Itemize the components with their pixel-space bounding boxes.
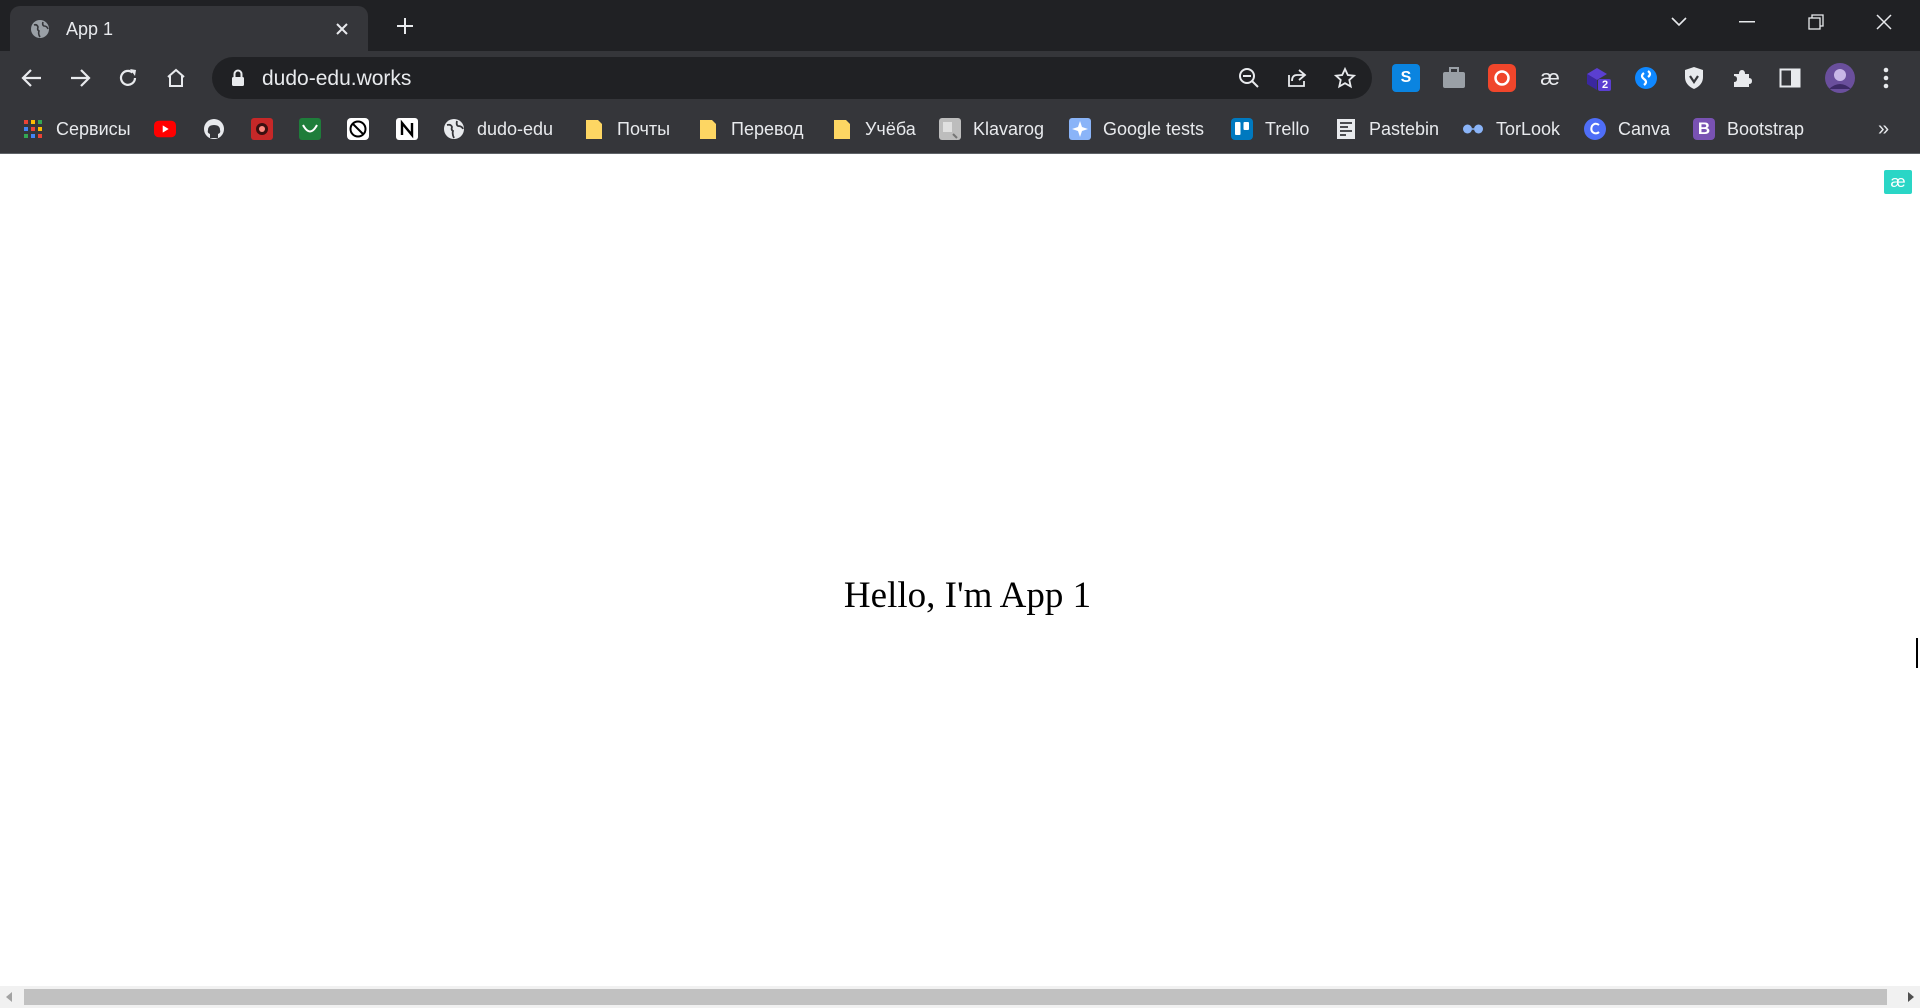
globe-icon — [443, 118, 465, 140]
browser-window: App 1 dudo-edu.works S æ 2 Сервисы dudo-… — [0, 0, 1920, 1008]
scrollbar-thumb[interactable] — [24, 989, 1887, 1005]
green-app-icon — [299, 118, 321, 140]
bookmark-label: Сервисы — [56, 118, 131, 139]
github-icon — [203, 118, 225, 140]
page-heading: Hello, I'm App 1 — [843, 575, 1092, 616]
lock-icon[interactable] — [230, 69, 246, 87]
ae-extension-label: æ — [1540, 65, 1560, 90]
folder-icon — [583, 118, 605, 140]
bookmarks-overflow-button[interactable]: » — [1878, 115, 1889, 143]
trello-icon — [1231, 118, 1253, 140]
bookmark-green-app[interactable] — [299, 115, 333, 143]
home-button[interactable] — [160, 62, 192, 94]
new-tab-button[interactable] — [391, 12, 419, 40]
page-viewport: æ Hello, I'm App 1 — [0, 154, 1920, 986]
canva-icon — [1584, 118, 1606, 140]
bookmark-label: Учёба — [865, 118, 916, 139]
tab-search-chevron-icon[interactable] — [1659, 8, 1699, 36]
red-app-icon — [251, 118, 273, 140]
globe-icon — [30, 19, 50, 39]
bookmark-dudo-edu[interactable]: dudo-edu — [443, 115, 553, 143]
forward-button[interactable] — [64, 62, 96, 94]
bookmark-torlook[interactable]: TorLook — [1462, 115, 1560, 143]
restore-button[interactable] — [1796, 8, 1836, 36]
youtube-icon — [154, 118, 176, 140]
bookmark-folder-study[interactable]: Учёба — [831, 115, 916, 143]
ae-badge-label: æ — [1890, 172, 1906, 191]
reload-button[interactable] — [112, 62, 144, 94]
bookmark-github[interactable] — [203, 115, 237, 143]
bookmark-notion[interactable] — [396, 115, 430, 143]
bookmark-canva[interactable]: Canva — [1584, 115, 1670, 143]
bookmark-label: Почты — [617, 118, 671, 139]
bookmark-label: Canva — [1618, 118, 1671, 139]
pastebin-icon — [1335, 118, 1357, 140]
bookmark-google-tests[interactable]: Google tests — [1069, 115, 1204, 143]
address-bar[interactable]: dudo-edu.works — [212, 57, 1372, 99]
zoom-out-icon[interactable] — [1236, 65, 1262, 91]
bookmark-label: Trello — [1265, 118, 1310, 139]
bookmark-pastebin[interactable]: Pastebin — [1335, 115, 1439, 143]
shield-extension-icon[interactable] — [1680, 64, 1708, 92]
bookmark-bootstrap[interactable]: B Bootstrap — [1693, 115, 1804, 143]
bootstrap-icon: B — [1693, 118, 1715, 140]
bookmark-label: Klavarog — [973, 118, 1045, 139]
skype-extension-icon[interactable]: S — [1392, 64, 1420, 92]
close-tab-icon[interactable] — [330, 17, 354, 41]
bookmarks-bar: Сервисы dudo-edu Почты Перевод Учёба Kla… — [0, 105, 1920, 154]
briefcase-extension-icon[interactable] — [1440, 64, 1468, 92]
scroll-left-arrow-icon[interactable] — [6, 992, 12, 1002]
apps-grid-icon — [22, 118, 44, 140]
folder-icon — [831, 118, 853, 140]
side-panel-icon[interactable] — [1776, 64, 1804, 92]
bookmark-label: Перевод — [731, 118, 804, 139]
keyboard-icon — [939, 118, 961, 140]
text-cursor — [1916, 638, 1918, 668]
ae-page-badge[interactable]: æ — [1884, 170, 1912, 194]
bookmark-trello[interactable]: Trello — [1231, 115, 1309, 143]
profile-avatar[interactable] — [1824, 62, 1856, 94]
share-icon[interactable] — [1284, 65, 1310, 91]
bookmark-label: Google tests — [1103, 118, 1205, 139]
folder-icon — [697, 118, 719, 140]
purple-cube-extension-icon[interactable]: 2 — [1584, 64, 1612, 92]
red-circle-extension-icon[interactable] — [1488, 64, 1516, 92]
circle-slash-icon — [347, 118, 369, 140]
tab-title: App 1 — [66, 19, 114, 39]
bookmark-circle-app[interactable] — [347, 115, 381, 143]
bookmark-star-icon[interactable] — [1332, 65, 1358, 91]
horizontal-scrollbar[interactable] — [0, 986, 1920, 1008]
back-button[interactable] — [16, 62, 48, 94]
shazam-extension-icon[interactable] — [1632, 64, 1660, 92]
puzzle-extensions-icon[interactable] — [1728, 64, 1756, 92]
bookmark-services[interactable]: Сервисы — [22, 115, 131, 143]
close-window-button[interactable] — [1864, 8, 1904, 36]
extension-badge-count: 2 — [1601, 79, 1609, 91]
menu-kebab-icon[interactable] — [1872, 64, 1900, 92]
bookmark-folder-translate[interactable]: Перевод — [697, 115, 803, 143]
bookmark-folder-mail[interactable]: Почты — [583, 115, 670, 143]
tab-app-1[interactable]: App 1 — [10, 6, 368, 51]
bookmark-label: Bootstrap — [1727, 118, 1805, 139]
tab-strip: App 1 — [0, 0, 1920, 51]
bookmark-label: TorLook — [1496, 118, 1561, 139]
scroll-right-arrow-icon[interactable] — [1908, 992, 1914, 1002]
bookmark-label: dudo-edu — [477, 118, 554, 139]
skype-extension-label: S — [1400, 69, 1412, 86]
notion-icon — [396, 118, 418, 140]
url-text[interactable]: dudo-edu.works — [262, 67, 411, 91]
bookmark-klavarog[interactable]: Klavarog — [939, 115, 1044, 143]
minimize-button[interactable] — [1727, 8, 1767, 36]
overflow-chevron-icon: » — [1878, 117, 1890, 140]
browser-toolbar: dudo-edu.works S æ 2 — [0, 51, 1920, 105]
google-tests-icon — [1069, 118, 1091, 140]
bookmark-label: Pastebin — [1369, 118, 1440, 139]
bookmark-youtube[interactable] — [154, 115, 188, 143]
bookmark-red-app[interactable] — [251, 115, 285, 143]
glasses-icon — [1462, 118, 1484, 140]
ae-extension-icon[interactable]: æ — [1536, 64, 1564, 92]
